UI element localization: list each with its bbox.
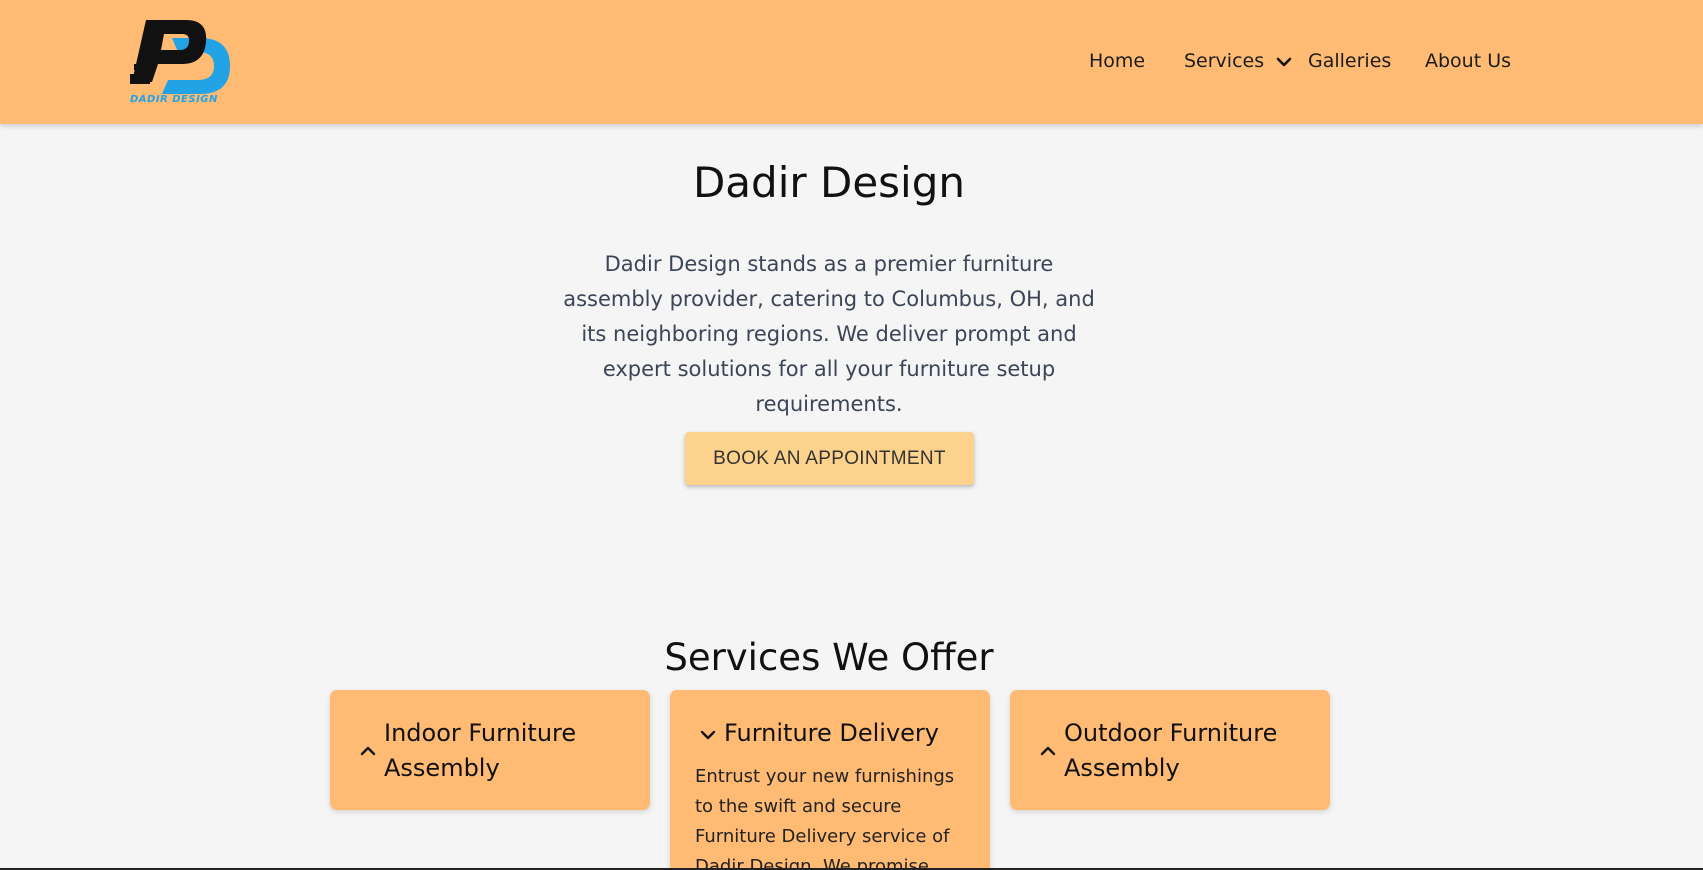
nav-services[interactable]: Services xyxy=(1184,50,1292,73)
services-title: Services We Offer xyxy=(664,636,994,679)
service-card-indoor[interactable]: Indoor Furniture Assembly xyxy=(330,690,650,810)
nav-services-label: Services xyxy=(1184,50,1265,72)
service-card-title: Furniture Delivery xyxy=(724,719,940,747)
book-appointment-button[interactable]: BOOK AN APPOINTMENT xyxy=(685,432,974,485)
nav-about-us[interactable]: About Us xyxy=(1425,50,1511,72)
hero-title: Dadir Design xyxy=(692,158,966,207)
service-card-body: Entrust your new furnishings to the swif… xyxy=(695,766,955,870)
service-card-title: Outdoor Furniture Assembly xyxy=(1064,719,1278,782)
chevron-down-icon[interactable] xyxy=(1276,51,1292,73)
logo-wordmark: DADIR DESIGN xyxy=(130,94,218,105)
service-card-title: Indoor Furniture Assembly xyxy=(384,719,577,782)
page: DADIR DESIGN Home Services Galleries Abo… xyxy=(0,0,1703,870)
nav-galleries[interactable]: Galleries xyxy=(1308,50,1391,72)
site-header: DADIR DESIGN Home Services Galleries Abo… xyxy=(0,0,1703,124)
service-card-outdoor[interactable]: Outdoor Furniture Assembly xyxy=(1010,690,1330,810)
chevron-up-icon[interactable] xyxy=(1040,742,1056,761)
nav-home[interactable]: Home xyxy=(1089,50,1145,72)
hero-description: Dadir Design stands as a premier furnitu… xyxy=(563,252,1095,416)
chevron-down-icon[interactable] xyxy=(700,726,716,745)
service-card-delivery[interactable]: Furniture Delivery Entrust your new furn… xyxy=(670,690,990,870)
chevron-up-icon[interactable] xyxy=(360,742,376,761)
main-nav: Home Services Galleries About Us xyxy=(0,50,1703,80)
